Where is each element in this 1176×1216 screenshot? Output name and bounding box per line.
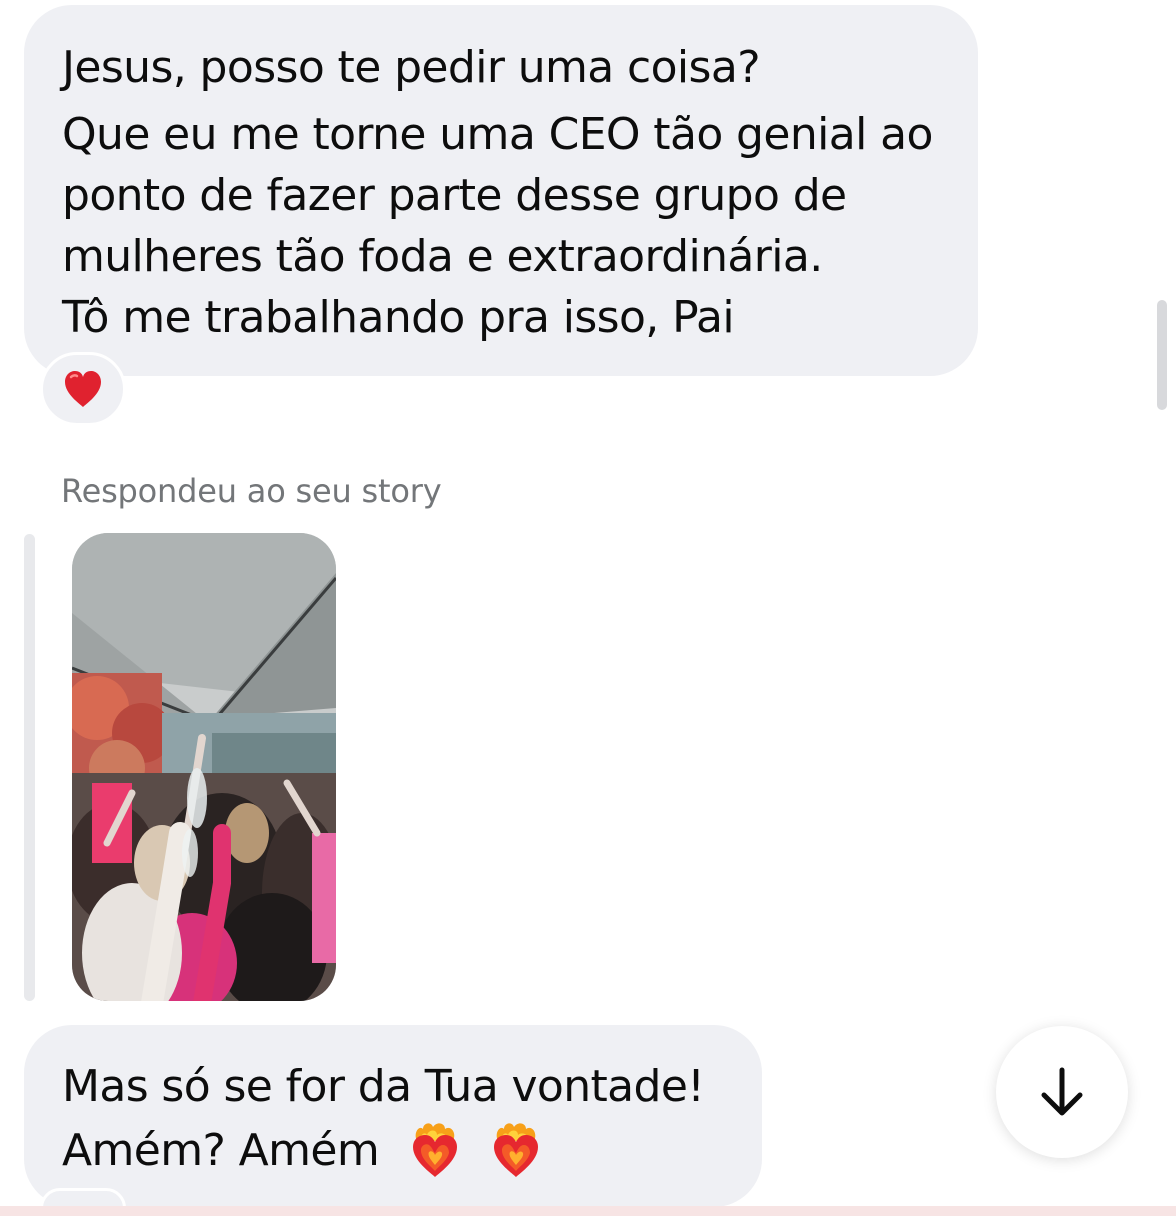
received-message-bubble[interactable]: Jesus, posso te pedir uma coisa? Que eu … (24, 5, 978, 376)
dm-thread-screen: Jesus, posso te pedir uma coisa? Que eu … (0, 0, 1176, 1216)
story-reply-caption: Respondeu ao seu story (61, 472, 442, 510)
bottom-edge-strip (0, 1206, 1176, 1216)
heart-on-fire-icon (412, 1123, 457, 1177)
heart-on-fire-icon (493, 1123, 538, 1177)
message-line: Jesus, posso te pedir uma coisa? (62, 42, 761, 93)
message-reaction[interactable] (40, 352, 126, 426)
arrow-down-icon (1041, 1067, 1083, 1116)
message-text: Amém? Amém (62, 1125, 380, 1176)
message-line: Que eu me torne uma CEO tão genial ao (62, 109, 933, 160)
message-line: Mas só se for da Tua vontade! (62, 1061, 705, 1112)
scroll-to-latest-button[interactable] (996, 1026, 1128, 1158)
message-line: Tô me trabalhando pra isso, Pai (62, 292, 735, 343)
message-line-with-emoji: Amém? Amém (62, 1119, 762, 1183)
message-line: mulheres tão foda e extraordinária. (62, 231, 823, 282)
story-thumbnail[interactable] (72, 533, 336, 1001)
received-message-bubble[interactable]: Mas só se for da Tua vontade! Amém? Amém (24, 1025, 762, 1207)
reply-indicator-bar (24, 534, 35, 1001)
story-photo (72, 533, 336, 1001)
message-line: ponto de fazer parte desse grupo de (62, 170, 847, 221)
scrollbar-thumb[interactable] (1157, 300, 1167, 410)
red-heart-icon (65, 371, 101, 407)
